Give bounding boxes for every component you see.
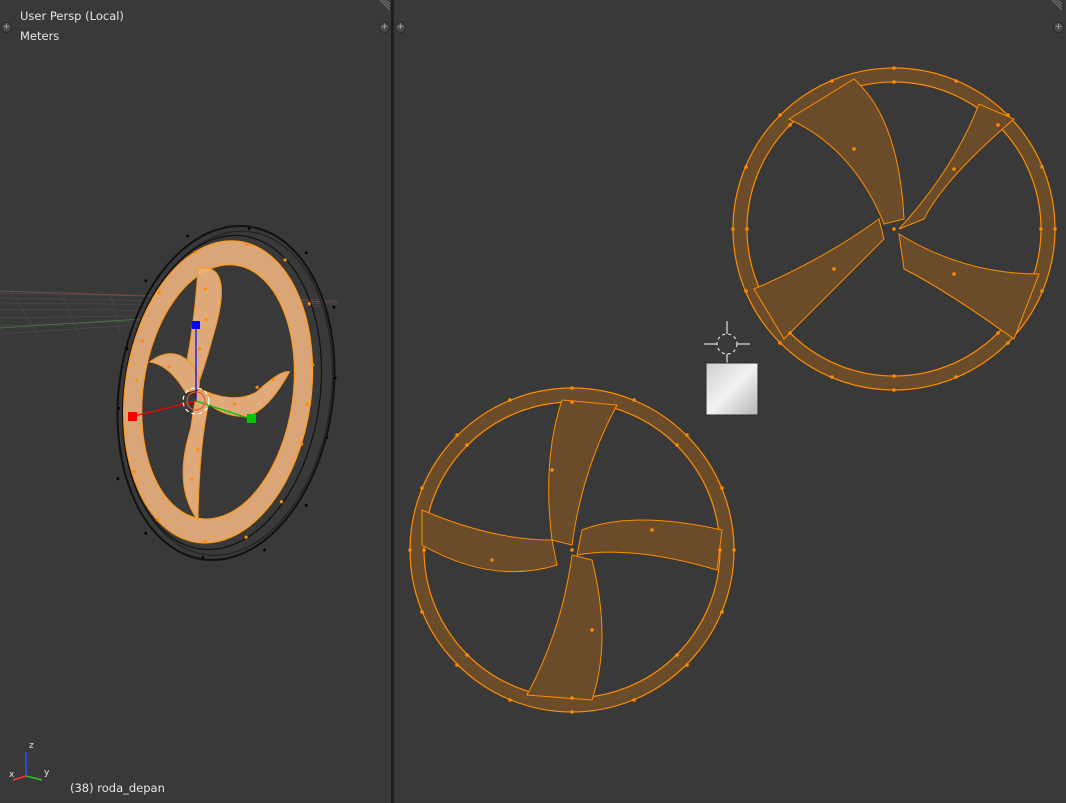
area-corner-hatch-icon[interactable]: [378, 0, 390, 12]
2d-cursor-icon[interactable]: [704, 321, 750, 367]
x-axis-handle[interactable]: [128, 412, 137, 421]
uv-editor-viewport[interactable]: + +: [394, 0, 1066, 803]
axis-z-label: z: [29, 741, 34, 751]
z-axis-handle[interactable]: [192, 321, 200, 329]
3d-scene[interactable]: [0, 0, 391, 803]
uv-island-upper[interactable]: [731, 66, 1057, 392]
axis-x-label: x: [9, 770, 15, 780]
wheel-mesh[interactable]: [97, 212, 356, 575]
object-info: (38) roda_depan: [70, 781, 165, 795]
texture-image-thumbnail: [705, 362, 759, 416]
axis-y-label: y: [44, 768, 50, 778]
uv-island-lower[interactable]: [408, 386, 736, 714]
axis-indicator: [12, 752, 43, 781]
y-axis-handle[interactable]: [247, 414, 256, 423]
3d-viewport[interactable]: User Persp (Local) Meters + + z x y (38)…: [0, 0, 391, 803]
uv-canvas[interactable]: [394, 0, 1066, 803]
